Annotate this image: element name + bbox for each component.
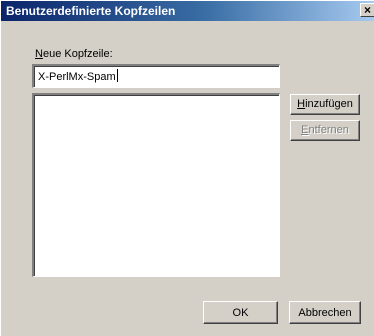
headers-list[interactable] (32, 93, 280, 277)
new-header-input-text: X-PerlMx-Spam (38, 71, 116, 83)
new-header-label-text: eue Kopfzeile: (42, 48, 113, 60)
remove-button-label: ntfernen (308, 124, 349, 136)
custom-headers-dialog: Benutzerdefinierte Kopfzeilen × Neue Kop… (0, 0, 374, 336)
title-bar[interactable]: Benutzerdefinierte Kopfzeilen × (1, 1, 374, 21)
close-icon: × (364, 3, 372, 17)
text-caret (116, 69, 118, 82)
add-button-label: inzufügen (305, 98, 353, 110)
ok-button[interactable]: OK (203, 301, 278, 324)
close-button[interactable]: × (360, 3, 374, 17)
new-header-input-value: X-PerlMx-Spam (38, 69, 118, 84)
window-title: Benutzerdefinierte Kopfzeilen (6, 4, 176, 18)
new-header-input[interactable]: X-PerlMx-Spam (32, 64, 280, 88)
new-header-label: Neue Kopfzeile: (35, 48, 113, 61)
add-button-accesskey: H (297, 98, 306, 110)
remove-button[interactable]: Entfernen (290, 120, 360, 141)
cancel-button[interactable]: Abbrechen (289, 301, 361, 324)
add-button[interactable]: Hinzufügen (290, 94, 360, 115)
new-header-label-accesskey: N (35, 48, 43, 60)
